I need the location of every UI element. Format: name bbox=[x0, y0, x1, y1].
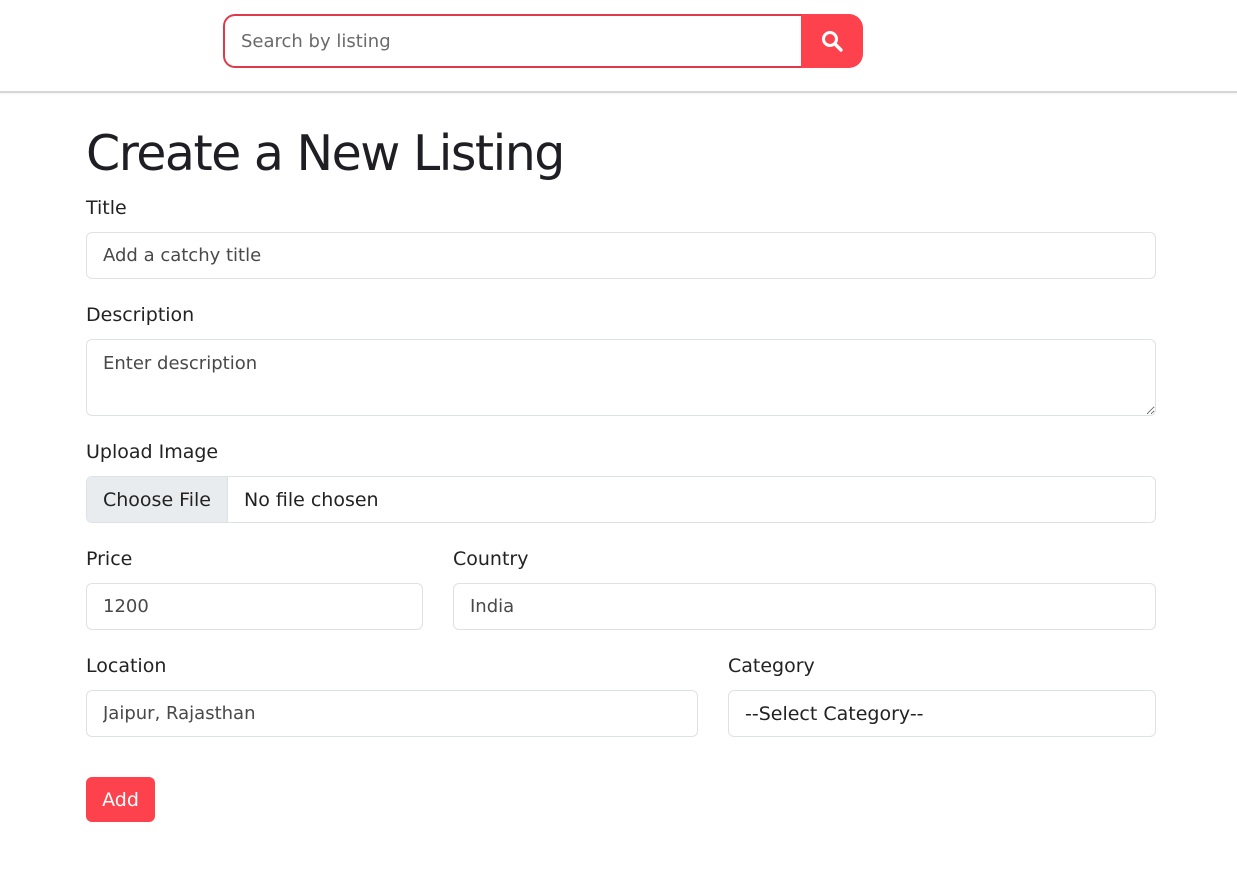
upload-image-label: Upload Image bbox=[86, 441, 219, 463]
page-title: Create a New Listing bbox=[86, 125, 565, 182]
country-input[interactable] bbox=[453, 583, 1156, 630]
top-navbar bbox=[0, 0, 1237, 93]
location-label: Location bbox=[86, 655, 167, 677]
search-icon bbox=[822, 31, 843, 52]
add-button[interactable]: Add bbox=[86, 777, 155, 822]
category-label: Category bbox=[728, 655, 815, 677]
description-label: Description bbox=[86, 304, 195, 326]
category-selected-value: --Select Category-- bbox=[745, 702, 924, 725]
title-label: Title bbox=[86, 197, 127, 219]
search-bar bbox=[223, 14, 863, 68]
price-input[interactable] bbox=[86, 583, 423, 630]
search-button[interactable] bbox=[801, 14, 863, 68]
file-status-text: No file chosen bbox=[243, 488, 379, 511]
image-file-input[interactable]: Choose File No file chosen bbox=[86, 476, 1156, 523]
location-input[interactable] bbox=[86, 690, 698, 737]
price-label: Price bbox=[86, 548, 133, 570]
description-textarea[interactable] bbox=[86, 339, 1156, 416]
title-input[interactable] bbox=[86, 232, 1156, 279]
choose-file-button[interactable]: Choose File bbox=[87, 477, 228, 522]
country-label: Country bbox=[453, 548, 529, 570]
search-input[interactable] bbox=[223, 14, 801, 68]
category-select[interactable]: --Select Category-- bbox=[728, 690, 1156, 737]
